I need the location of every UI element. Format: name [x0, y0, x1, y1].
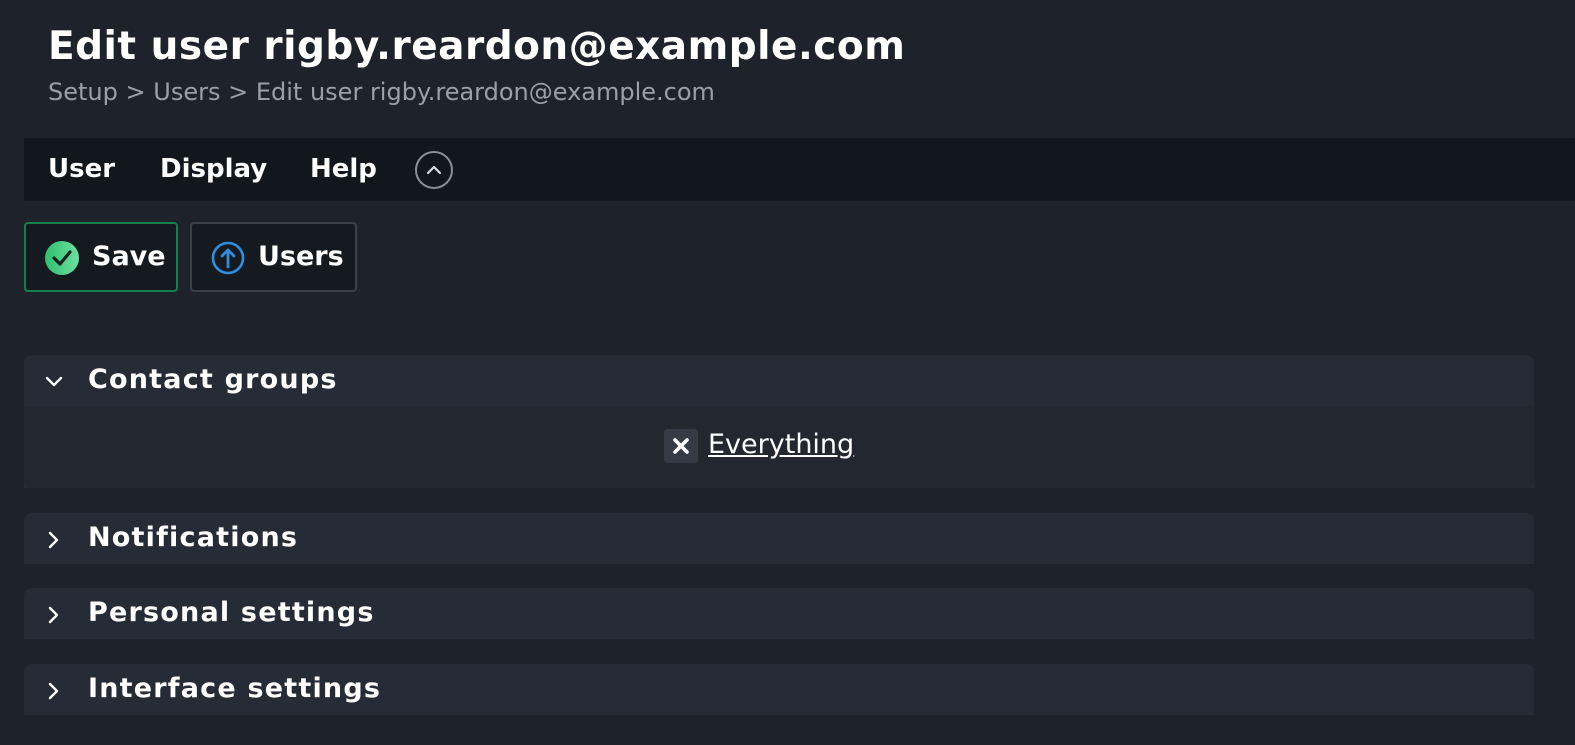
chevron-right-icon: [44, 605, 64, 629]
section-title: Personal settings: [88, 597, 375, 628]
breadcrumb: Setup > Users > Edit user rigby.reardon@…: [48, 78, 715, 106]
section-contact-groups: Contact groups Everything: [24, 355, 1534, 488]
section-interface-settings: Interface settings: [24, 664, 1534, 715]
breadcrumb-users[interactable]: Users: [153, 78, 220, 106]
section-header-contact-groups[interactable]: Contact groups: [24, 355, 1534, 406]
breadcrumb-separator: >: [125, 78, 146, 106]
section-title: Interface settings: [88, 673, 382, 704]
contact-group-link[interactable]: Everything: [708, 429, 854, 460]
section-title: Notifications: [88, 522, 299, 553]
save-button[interactable]: Save: [24, 222, 178, 292]
section-notifications: Notifications: [24, 513, 1534, 564]
chevron-up-circle-icon[interactable]: [415, 151, 453, 189]
users-button-label: Users: [258, 241, 344, 272]
section-header-personal-settings[interactable]: Personal settings: [24, 588, 1534, 639]
arrow-up-circle-icon: [210, 240, 246, 280]
checkmark-circle-icon: [44, 240, 80, 280]
users-button[interactable]: Users: [190, 222, 357, 292]
breadcrumb-current[interactable]: Edit user rigby.reardon@example.com: [256, 78, 715, 106]
breadcrumb-setup[interactable]: Setup: [48, 78, 118, 106]
save-button-label: Save: [92, 241, 166, 272]
section-personal-settings: Personal settings: [24, 588, 1534, 639]
menu-user[interactable]: User: [48, 154, 115, 184]
menu-help[interactable]: Help: [310, 154, 377, 184]
section-body-contact-groups: Everything: [24, 406, 1534, 488]
menu-display[interactable]: Display: [160, 154, 267, 184]
breadcrumb-separator: >: [228, 78, 249, 106]
chevron-right-icon: [44, 681, 64, 705]
section-header-interface-settings[interactable]: Interface settings: [24, 664, 1534, 715]
page-title: Edit user rigby.reardon@example.com: [48, 24, 906, 69]
menubar: User Display Help: [24, 138, 1575, 201]
section-header-notifications[interactable]: Notifications: [24, 513, 1534, 564]
chevron-down-icon: [44, 372, 64, 396]
remove-icon[interactable]: [664, 429, 698, 463]
section-title: Contact groups: [88, 364, 338, 395]
chevron-right-icon: [44, 530, 64, 554]
